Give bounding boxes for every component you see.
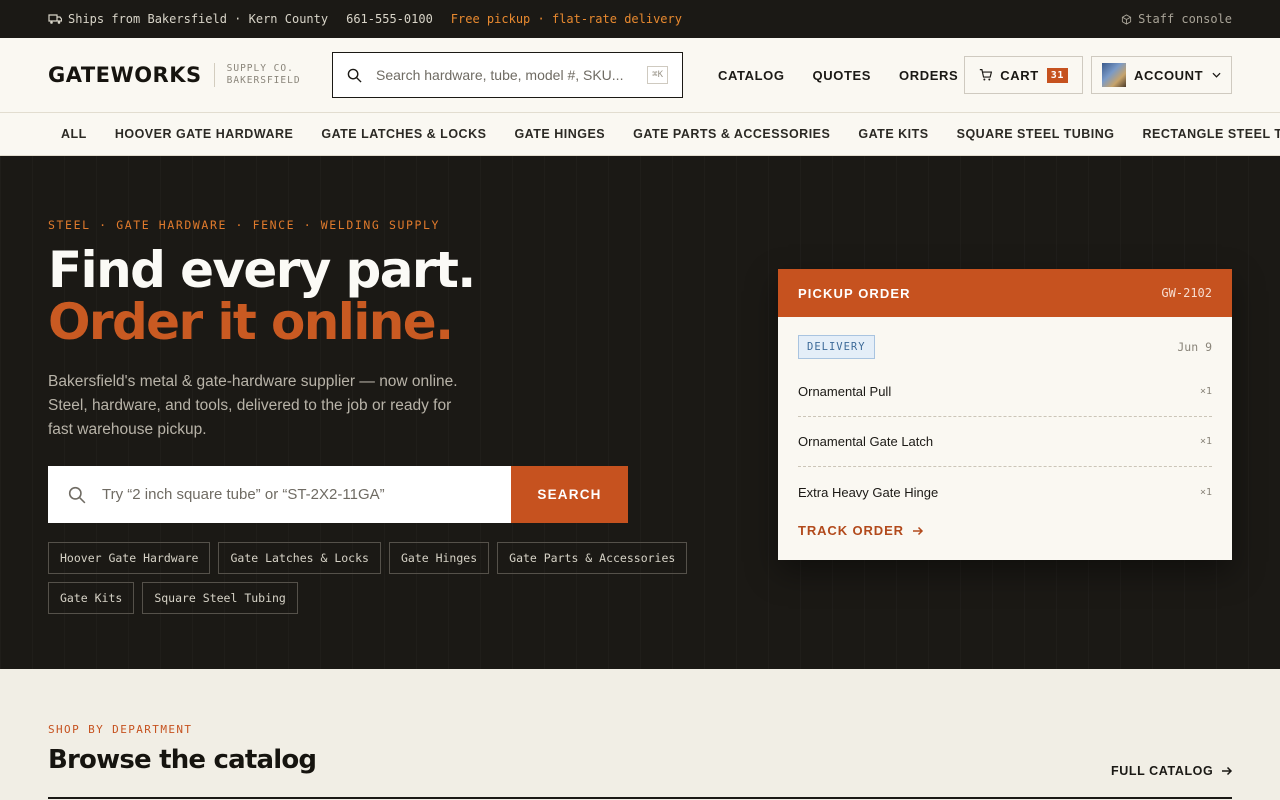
top-bar: Ships from Bakersfield · Kern County 661…: [0, 0, 1280, 38]
chevron-down-icon: [1212, 72, 1221, 78]
section-divider: [48, 797, 1232, 799]
full-catalog-link[interactable]: FULL CATALOG: [1111, 764, 1233, 778]
hero-search-input[interactable]: Try “2 inch square tube” or “ST-2X2-11GA…: [48, 466, 511, 523]
logo-sub-line-1: SUPPLY CO.: [226, 63, 294, 74]
chip-square-steel-tubing[interactable]: Square Steel Tubing: [142, 582, 298, 614]
track-order-link[interactable]: TRACK ORDER: [778, 517, 1232, 544]
header-search-placeholder: Search hardware, tube, model #, SKU...: [376, 67, 624, 83]
order-date: Jun 9: [1177, 340, 1212, 354]
hero-search-bar: Try “2 inch square tube” or “ST-2X2-11GA…: [48, 466, 628, 523]
list-item: Ornamental Pull ×1: [798, 367, 1212, 417]
header-nav: CATALOG QUOTES ORDERS: [718, 38, 958, 113]
status-badge: DELIVERY: [798, 335, 875, 359]
order-card-title: PICKUP ORDER: [798, 285, 911, 301]
search-icon: [347, 68, 362, 83]
hero-headline-line-2: Order it online.: [48, 293, 454, 351]
cart-button[interactable]: CART 31: [964, 56, 1083, 94]
search-icon: [68, 486, 86, 503]
hero-section: STEEL · GATE HARDWARE · FENCE · WELDING …: [0, 156, 1280, 669]
category-rectangle-steel-tubing[interactable]: RECTANGLE STEEL T: [1143, 127, 1280, 141]
header-search-input[interactable]: Search hardware, tube, model #, SKU... ⌘…: [332, 52, 683, 98]
hero-search-button[interactable]: SEARCH: [511, 466, 628, 523]
pickup-order-card: PICKUP ORDER GW-2102 DELIVERY Jun 9 Orna…: [778, 269, 1232, 560]
category-nav: ALL HOOVER GATE HARDWARE GATE LATCHES & …: [0, 113, 1280, 156]
category-gate-parts-accessories[interactable]: GATE PARTS & ACCESSORIES: [633, 127, 830, 141]
item-name: Ornamental Gate Latch: [798, 434, 934, 449]
hero-eyebrow: STEEL · GATE HARDWARE · FENCE · WELDING …: [48, 218, 441, 232]
category-square-steel-tubing[interactable]: SQUARE STEEL TUBING: [957, 127, 1115, 141]
item-name: Ornamental Pull: [798, 384, 892, 399]
account-menu-button[interactable]: ACCOUNT: [1091, 56, 1232, 94]
nav-catalog[interactable]: CATALOG: [718, 68, 785, 83]
chip-gate-kits[interactable]: Gate Kits: [48, 582, 135, 614]
logo-sub-line-2: BAKERSFIELD: [226, 75, 301, 86]
chip-hoover-gate-hardware[interactable]: Hoover Gate Hardware: [48, 542, 211, 574]
shop-by-department-section: SHOP BY DEPARTMENT Browse the catalog FU…: [0, 669, 1280, 800]
hero-headline: Find every part. Order it online.: [48, 241, 476, 351]
section-title: Browse the catalog: [48, 745, 317, 775]
staff-console-link[interactable]: Staff console: [1121, 12, 1232, 26]
order-items: Ornamental Pull ×1 Ornamental Gate Latch…: [778, 367, 1232, 517]
logo[interactable]: GATEWORKS: [48, 63, 202, 87]
account-label: ACCOUNT: [1134, 67, 1204, 83]
arrow-right-icon: [1222, 766, 1233, 776]
full-catalog-label: FULL CATALOG: [1111, 764, 1214, 778]
promo-text: Free pickup · flat-rate delivery: [450, 12, 682, 26]
arrow-right-icon: [912, 526, 924, 535]
chip-gate-latches-locks[interactable]: Gate Latches & Locks: [218, 542, 381, 574]
cart-count-badge: 31: [1046, 67, 1068, 83]
order-meta: DELIVERY Jun 9: [778, 317, 1232, 359]
category-gate-kits[interactable]: GATE KITS: [858, 127, 928, 141]
order-card-header: PICKUP ORDER GW-2102: [778, 269, 1232, 317]
cart-label: CART: [1000, 67, 1039, 83]
ships-from-text: Ships from Bakersfield · Kern County: [68, 12, 329, 26]
order-id: GW-2102: [1161, 286, 1212, 300]
hero-headline-line-1: Find every part.: [48, 241, 476, 299]
nav-orders[interactable]: ORDERS: [899, 68, 958, 83]
cart-icon: [979, 69, 993, 81]
site-header: GATEWORKS SUPPLY CO. BAKERSFIELD Search …: [0, 38, 1280, 113]
list-item: Ornamental Gate Latch ×1: [798, 417, 1212, 467]
item-qty: ×1: [1199, 486, 1212, 498]
category-all[interactable]: ALL: [61, 127, 87, 141]
nav-quotes[interactable]: QUOTES: [813, 68, 872, 83]
truck-icon: [48, 13, 62, 24]
item-qty: ×1: [1199, 386, 1212, 397]
logo-subtitle: SUPPLY CO. BAKERSFIELD: [213, 63, 301, 87]
item-qty: ×1: [1199, 436, 1212, 447]
chip-gate-parts-accessories[interactable]: Gate Parts & Accessories: [497, 542, 688, 574]
item-name: Extra Heavy Gate Hinge: [798, 484, 939, 500]
category-gate-hinges[interactable]: GATE HINGES: [514, 127, 605, 141]
staff-console-label: Staff console: [1138, 12, 1232, 26]
track-order-label: TRACK ORDER: [798, 523, 904, 538]
cube-icon: [1121, 13, 1132, 25]
hero-search-placeholder: Try “2 inch square tube” or “ST-2X2-11GA…: [102, 486, 385, 503]
avatar: [1102, 63, 1126, 87]
category-hoover-gate-hardware[interactable]: HOOVER GATE HARDWARE: [115, 127, 294, 141]
section-eyebrow: SHOP BY DEPARTMENT: [48, 723, 193, 736]
ships-from: Ships from Bakersfield · Kern County: [48, 12, 328, 26]
list-item: Extra Heavy Gate Hinge ×1: [798, 467, 1212, 517]
phone-number[interactable]: 661-555-0100: [346, 12, 433, 26]
hero-lede: Bakersfield's metal & gate-hardware supp…: [48, 373, 458, 438]
search-shortcut-badge: ⌘K: [647, 66, 668, 84]
chip-gate-hinges[interactable]: Gate Hinges: [388, 542, 490, 574]
quick-category-chips: Hoover Gate Hardware Gate Latches & Lock…: [48, 542, 708, 614]
category-gate-latches-locks[interactable]: GATE LATCHES & LOCKS: [321, 127, 486, 141]
